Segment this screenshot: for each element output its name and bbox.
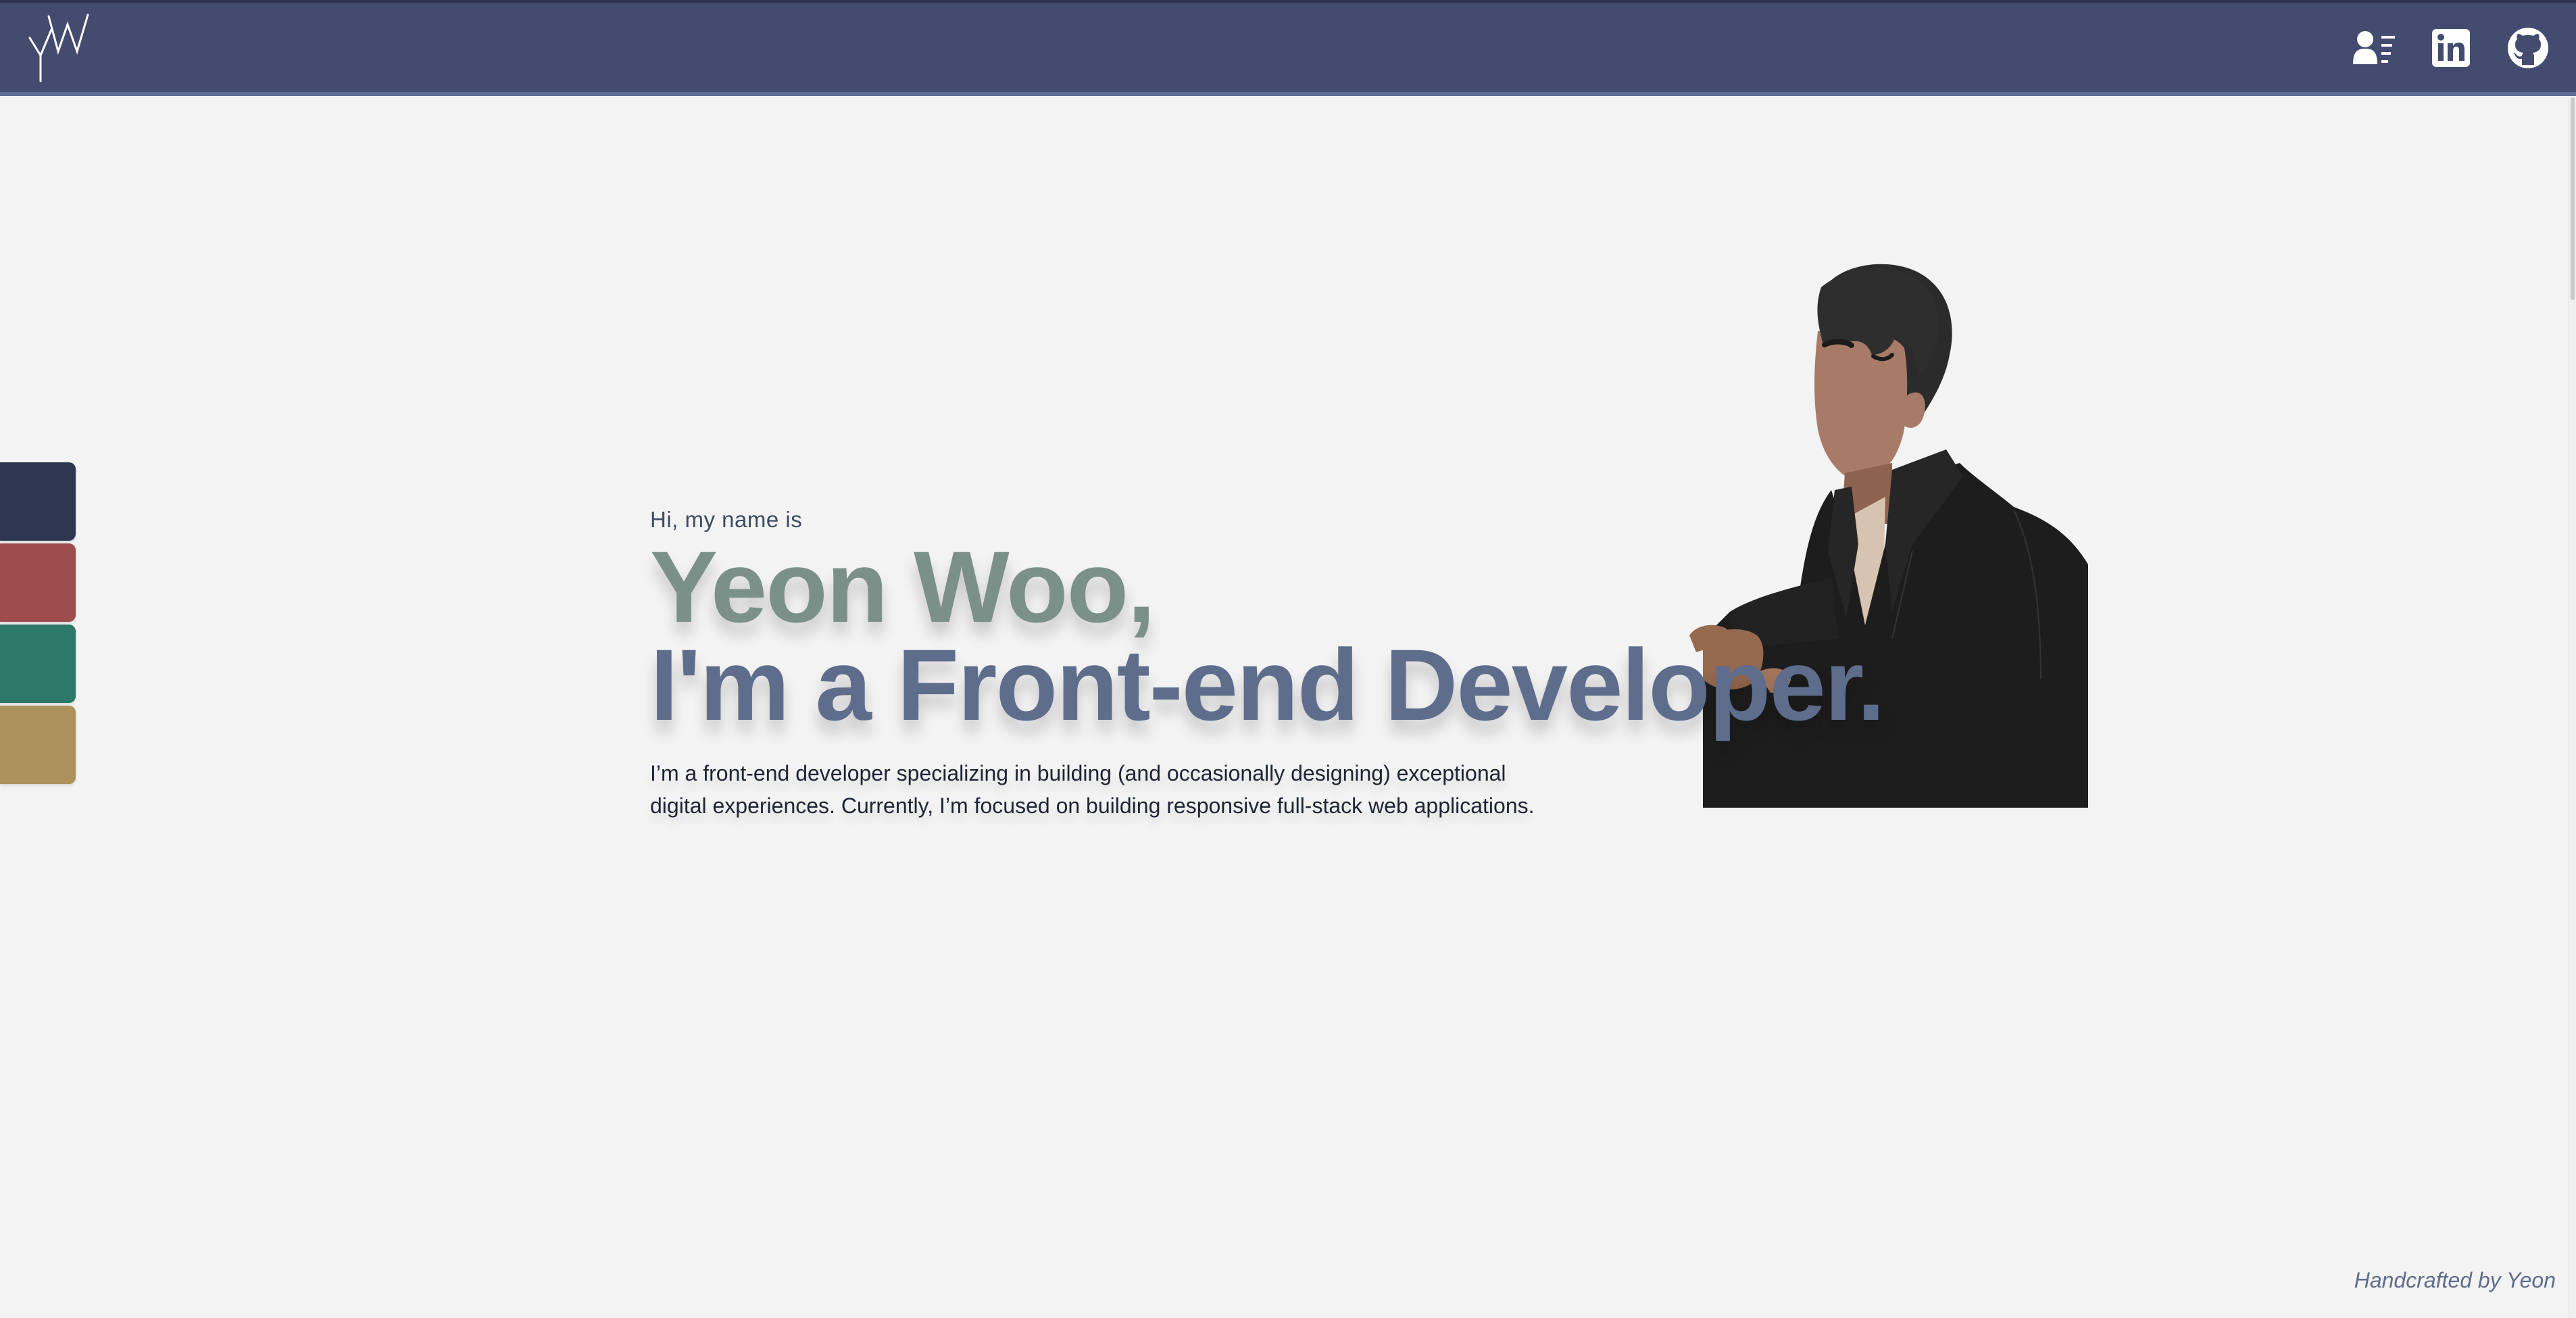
github-icon[interactable] <box>2507 27 2549 69</box>
hero-description: I’m a front-end developer specializing i… <box>650 761 1535 818</box>
page-scrollbar[interactable] <box>2569 96 2576 1318</box>
theme-swatch-red[interactable] <box>0 543 76 622</box>
linkedin-icon[interactable] <box>2430 27 2472 69</box>
about-icon[interactable] <box>2353 27 2395 69</box>
theme-swatch-gold[interactable] <box>0 706 76 784</box>
yw-logo-icon <box>28 14 89 82</box>
theme-switcher <box>0 462 76 787</box>
hero-name: Yeon Woo, <box>650 530 1156 643</box>
scrollbar-thumb[interactable] <box>2571 97 2575 300</box>
hero-intro: Hi, my name is Yeon Woo, I'm a Front-end… <box>650 507 1934 844</box>
greeting-text: Hi, my name is <box>650 507 803 532</box>
theme-swatch-green[interactable] <box>0 625 76 703</box>
theme-swatch-navy[interactable] <box>0 462 76 541</box>
site-logo[interactable] <box>26 11 93 85</box>
header-social-links <box>2353 27 2549 69</box>
hero-role: I'm a Front-end Developer. <box>650 628 1885 741</box>
top-header <box>0 0 2576 96</box>
footer-credit: Handcrafted by Yeon <box>2354 1268 2556 1292</box>
